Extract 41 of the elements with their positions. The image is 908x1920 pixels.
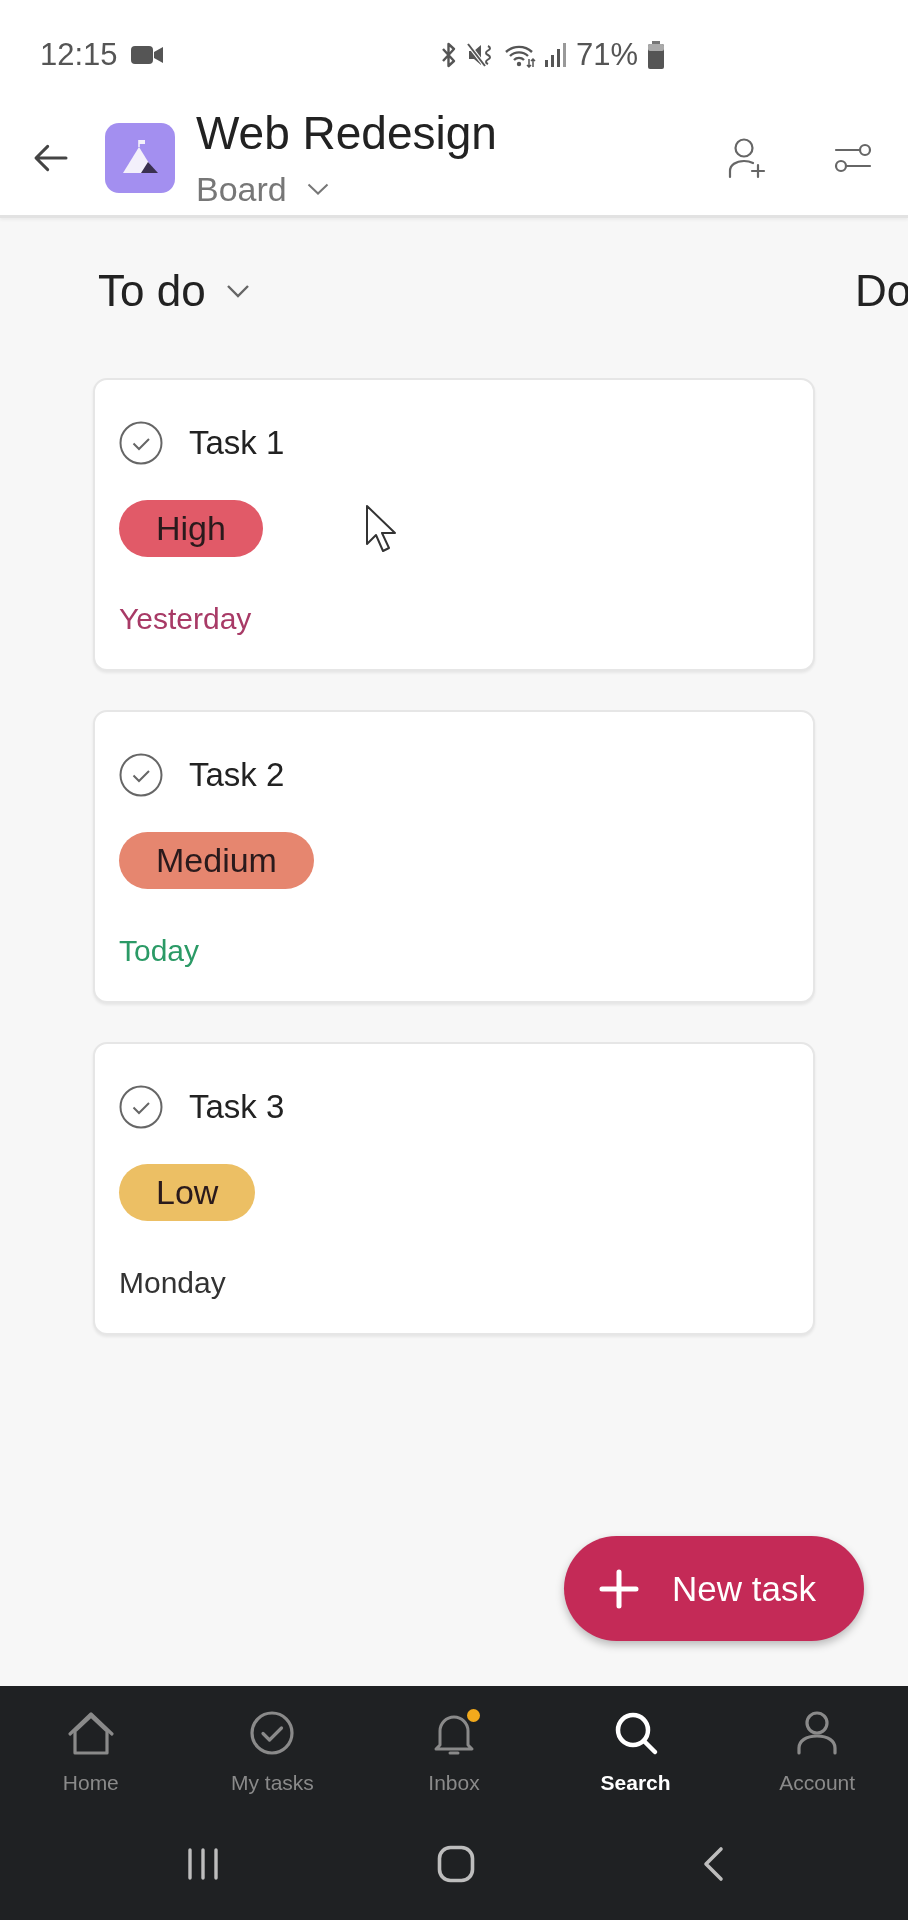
nav-tab[interactable]: My tasks xyxy=(226,1709,318,1796)
priority-tag: High xyxy=(119,500,263,557)
project-icon xyxy=(105,122,175,193)
checkmark-circle-icon[interactable] xyxy=(119,421,163,465)
battery-icon xyxy=(647,41,665,69)
task-title: Task 1 xyxy=(189,423,285,463)
task-card[interactable]: Task 3 Low Monday xyxy=(93,1042,815,1335)
clock-time: 12:15 xyxy=(40,37,118,73)
signal-bars-icon xyxy=(544,42,567,68)
checkmark-circle-icon[interactable] xyxy=(119,753,163,797)
chevron-down-icon xyxy=(306,182,329,195)
recent-apps-icon[interactable] xyxy=(186,1847,220,1881)
chevron-down-icon[interactable] xyxy=(225,284,250,298)
new-task-button[interactable]: New task xyxy=(564,1536,864,1641)
checkmark-circle-icon[interactable] xyxy=(119,1085,163,1129)
house-icon xyxy=(66,1709,115,1757)
nav-tab[interactable]: Search xyxy=(596,1709,675,1796)
project-title: Web Redesign xyxy=(196,106,498,159)
video-camera-icon xyxy=(130,45,163,65)
view-dropdown[interactable]: Board xyxy=(196,168,329,209)
nav-tab[interactable]: Home xyxy=(58,1709,123,1796)
mouse-pointer-icon xyxy=(365,504,399,554)
task-title: Task 3 xyxy=(189,1087,285,1127)
bluetooth-icon xyxy=(439,42,458,68)
due-date: Today xyxy=(119,933,200,969)
task-title: Task 2 xyxy=(189,755,285,795)
battery-percent: 71% xyxy=(575,37,638,73)
task-card[interactable]: Task 2 Medium Today xyxy=(93,710,815,1003)
priority-tag: Low xyxy=(119,1164,256,1221)
add-person-icon[interactable] xyxy=(727,136,767,179)
back-chevron-icon[interactable] xyxy=(702,1846,724,1882)
due-date: Yesterday xyxy=(119,601,252,637)
nav-tab[interactable]: Inbox xyxy=(424,1709,484,1796)
plus-icon xyxy=(599,1568,639,1609)
nav-tab[interactable]: Account xyxy=(775,1709,860,1796)
task-card[interactable]: Task 1 High Yesterday xyxy=(93,378,815,671)
priority-tag: Medium xyxy=(119,832,314,889)
due-date: Monday xyxy=(119,1265,226,1301)
home-square-icon[interactable] xyxy=(437,1845,475,1883)
column-title: To do xyxy=(98,265,206,317)
checkmark-circle-icon xyxy=(248,1709,297,1757)
